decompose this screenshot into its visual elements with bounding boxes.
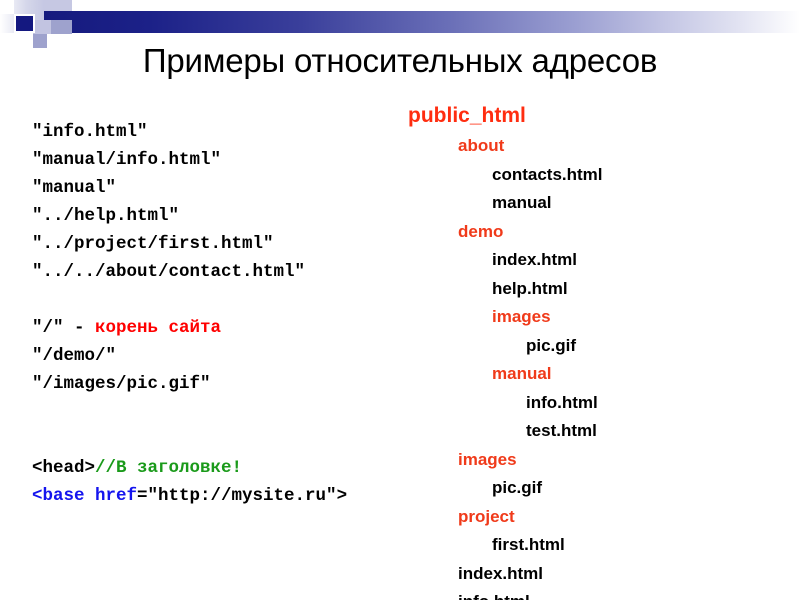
relative-path-line: "manual/info.html" (32, 150, 222, 170)
page-title: Примеры относительных адресов (142, 42, 658, 79)
decoration-gradient-band (44, 11, 800, 33)
tree-file: pic.gif (526, 335, 577, 355)
header-decoration (0, 0, 800, 48)
tree-file: index.html (492, 250, 578, 269)
slide-canvas: Примеры относительных адресов "info.html… (0, 0, 800, 600)
decoration-square-navy (14, 14, 35, 33)
relative-path-line: "../help.html" (32, 206, 180, 226)
relative-address-examples: "info.html" "manual/info.html" "manual" "..… (32, 118, 392, 510)
tree-folder: manual (492, 364, 552, 383)
tree-root-public-html: public_html (408, 104, 526, 127)
code-segment: //В заголовке! (95, 458, 243, 478)
code-segment: "/" - (32, 318, 96, 338)
base-tag-code-group: <head>//В заголовке! <base href="http://m… (32, 454, 392, 510)
tree-file: pic.gif (492, 478, 543, 497)
tree-folder: images (458, 449, 517, 469)
tree-folder: demo (458, 221, 504, 241)
relative-path-line: "info.html" (32, 122, 148, 142)
tree-folder: project (458, 506, 515, 526)
absolute-path-line: "/images/pic.gif" (32, 370, 392, 398)
tree-file: first.html (492, 535, 565, 554)
code-line: <base href="http://mysite.ru"> (32, 482, 392, 510)
tree-file: index.html (458, 563, 544, 583)
relative-path-line: "manual" (32, 178, 117, 198)
absolute-path-line: "/" - корень сайта (32, 314, 392, 342)
decoration-square-pale-mid (33, 20, 51, 34)
code-segment: "/images/pic.gif" (32, 374, 211, 394)
code-segment: "/demo/" (32, 346, 117, 366)
code-segment: ="http://mysite.ru"> (137, 486, 348, 506)
code-line: <head>//В заголовке! (32, 454, 392, 482)
tree-file: test.html (526, 421, 597, 440)
tree-file: info.html (526, 392, 598, 412)
tree-file: info.html (408, 588, 788, 600)
relative-path-line: "../project/first.html" (32, 234, 274, 254)
tree-file: contacts.html (492, 164, 603, 184)
code-segment: <head> (32, 458, 96, 478)
relative-path-line: "../../about/contact.html" (32, 262, 306, 282)
tree-file: help.html (492, 278, 568, 298)
decoration-square-pale-top (44, 0, 72, 11)
tree-file: manual (492, 193, 552, 212)
tree-folder: images (492, 307, 551, 326)
relative-paths-group: "info.html" "manual/info.html" "manual" "..… (32, 118, 392, 286)
tree-folder: about (458, 136, 505, 155)
decoration-square-white-top-left (0, 0, 14, 14)
tree-node-list: about contacts.html manual demo index.html he… (408, 132, 788, 600)
absolute-path-line: "/demo/" (32, 342, 392, 370)
directory-tree: public_html about contacts.html manual demo… (408, 100, 788, 600)
code-segment: <base href (32, 486, 138, 506)
absolute-paths-group: "/" - корень сайта "/demo/" "/images/pic.g… (32, 314, 392, 398)
code-segment: корень сайта (95, 318, 222, 338)
decoration-square-periwinkle-right (51, 20, 72, 34)
